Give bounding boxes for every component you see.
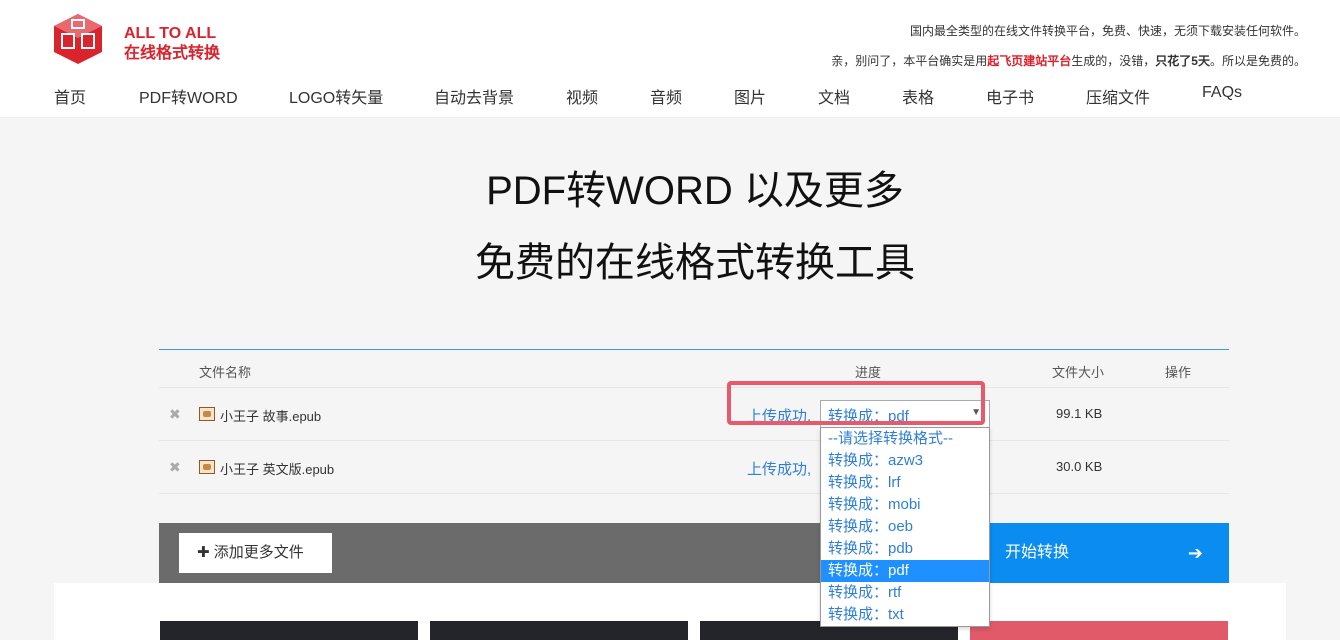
nav-item-archive[interactable]: 压缩文件 xyxy=(1086,84,1150,108)
nav-item-ebook[interactable]: 电子书 xyxy=(986,84,1034,108)
start-label: 开始转换 xyxy=(1005,544,1070,561)
action-bar: ✚ 添加更多文件 开始转换 ➔ xyxy=(159,523,1229,583)
add-more-label: 添加更多文件 xyxy=(213,544,304,561)
remove-icon[interactable]: ✖ xyxy=(169,406,181,423)
start-convert-button[interactable]: 开始转换 ➔ xyxy=(989,523,1229,583)
tagline-text: 。所以是免费的。 xyxy=(1209,54,1306,68)
dropdown-option[interactable]: 转换成：lrf xyxy=(821,472,989,494)
hero-title: PDF转WORD 以及更多 xyxy=(486,169,904,213)
col-action: 操作 xyxy=(1165,365,1192,380)
ebook-file-icon xyxy=(199,460,215,474)
file-name: 小王子 英文版.epub xyxy=(220,462,335,477)
feature-card[interactable] xyxy=(970,621,1228,640)
hero-subtitle: 免费的在线格式转换工具 xyxy=(475,241,915,285)
file-table: 文件名称 进度 文件大小 操作 ✖ 小王子 故事.epub 上传成功, 转换成：… xyxy=(159,349,1229,494)
nav-item-logo-vector[interactable]: LOGO转矢量 xyxy=(289,84,383,108)
nav-item-faqs[interactable]: FAQs xyxy=(1202,84,1242,102)
ebook-file-icon xyxy=(199,407,215,421)
dropdown-option[interactable]: 转换成：rtf xyxy=(821,582,989,604)
col-progress: 进度 xyxy=(855,365,882,380)
arrow-right-icon: ➔ xyxy=(1187,543,1203,563)
upload-status: 上传成功, xyxy=(747,461,812,478)
dropdown-option-selected[interactable]: 转换成：pdf xyxy=(821,560,989,582)
table-row: ✖ 小王子 故事.epub 上传成功, 转换成：pdf ▼ 99.1 KB xyxy=(159,388,1229,441)
brand[interactable]: ALL TO ALL 在线格式转换 xyxy=(124,24,220,64)
tagline-line1: 国内最全类型的在线文件转换平台，免费、快速，无须下载安装任何软件。 xyxy=(909,24,1306,38)
nav-item-image[interactable]: 图片 xyxy=(734,84,766,108)
highlight-box xyxy=(727,381,985,425)
site-header: ALL TO ALL 在线格式转换 国内最全类型的在线文件转换平台，免费、快速，… xyxy=(0,0,1340,118)
tagline-line2: 亲，别问了，本平台确实是用起飞页建站平台生成的，没错，只花了5天。所以是免费的。 xyxy=(831,46,1306,76)
brand-line2: 在线格式转换 xyxy=(124,45,221,62)
nav-item-video[interactable]: 视频 xyxy=(566,84,598,108)
dropdown-option[interactable]: 转换成：pdb xyxy=(821,538,989,560)
add-more-files-button[interactable]: ✚ 添加更多文件 xyxy=(179,533,332,573)
dropdown-option[interactable]: 转换成：oeb xyxy=(821,516,989,538)
table-row: ✖ 小王子 英文版.epub 上传成功, 30.0 KB xyxy=(159,441,1229,494)
file-size: 30.0 KB xyxy=(1056,459,1103,474)
brand-line1: ALL TO ALL xyxy=(124,25,217,42)
col-size: 文件大小 xyxy=(1052,365,1105,380)
nav-item-spreadsheet[interactable]: 表格 xyxy=(902,84,934,108)
logo-icon[interactable] xyxy=(52,12,104,66)
tagline-text: 亲，别问了，本平台确实是用 xyxy=(831,54,988,68)
nav-item-audio[interactable]: 音频 xyxy=(650,84,682,108)
nav-item-document[interactable]: 文档 xyxy=(818,84,850,108)
nav-item-home[interactable]: 首页 xyxy=(54,84,86,108)
nav-item-pdf-to-word[interactable]: PDF转WORD xyxy=(139,84,238,108)
remove-icon[interactable]: ✖ xyxy=(169,459,181,476)
format-dropdown[interactable]: --请选择转换格式-- 转换成：azw3 转换成：lrf 转换成：mobi 转换… xyxy=(820,427,990,627)
file-name: 小王子 故事.epub xyxy=(220,409,322,424)
feature-card[interactable] xyxy=(430,621,688,640)
builder-link[interactable]: 起飞页建站平台 xyxy=(987,54,1071,68)
hero: PDF转WORD 以及更多 免费的在线格式转换工具 xyxy=(0,160,1340,294)
col-name: 文件名称 xyxy=(199,365,252,380)
nav-item-remove-bg[interactable]: 自动去背景 xyxy=(434,84,514,108)
tagline-text: 生成的，没错， xyxy=(1071,54,1156,68)
feature-card[interactable] xyxy=(160,621,418,640)
dropdown-option[interactable]: 转换成：txt xyxy=(821,604,989,626)
plus-icon: ✚ xyxy=(197,544,214,561)
tagline: 国内最全类型的在线文件转换平台，免费、快速，无须下载安装任何软件。 亲，别问了，… xyxy=(831,16,1306,76)
dropdown-option[interactable]: 转换成：mobi xyxy=(821,494,989,516)
tagline-bold: 只花了5天 xyxy=(1155,54,1210,68)
file-size: 99.1 KB xyxy=(1056,406,1103,421)
dropdown-option[interactable]: 转换成：azw3 xyxy=(821,450,989,472)
dropdown-option[interactable]: --请选择转换格式-- xyxy=(821,428,989,450)
table-header: 文件名称 进度 文件大小 操作 xyxy=(159,350,1229,388)
